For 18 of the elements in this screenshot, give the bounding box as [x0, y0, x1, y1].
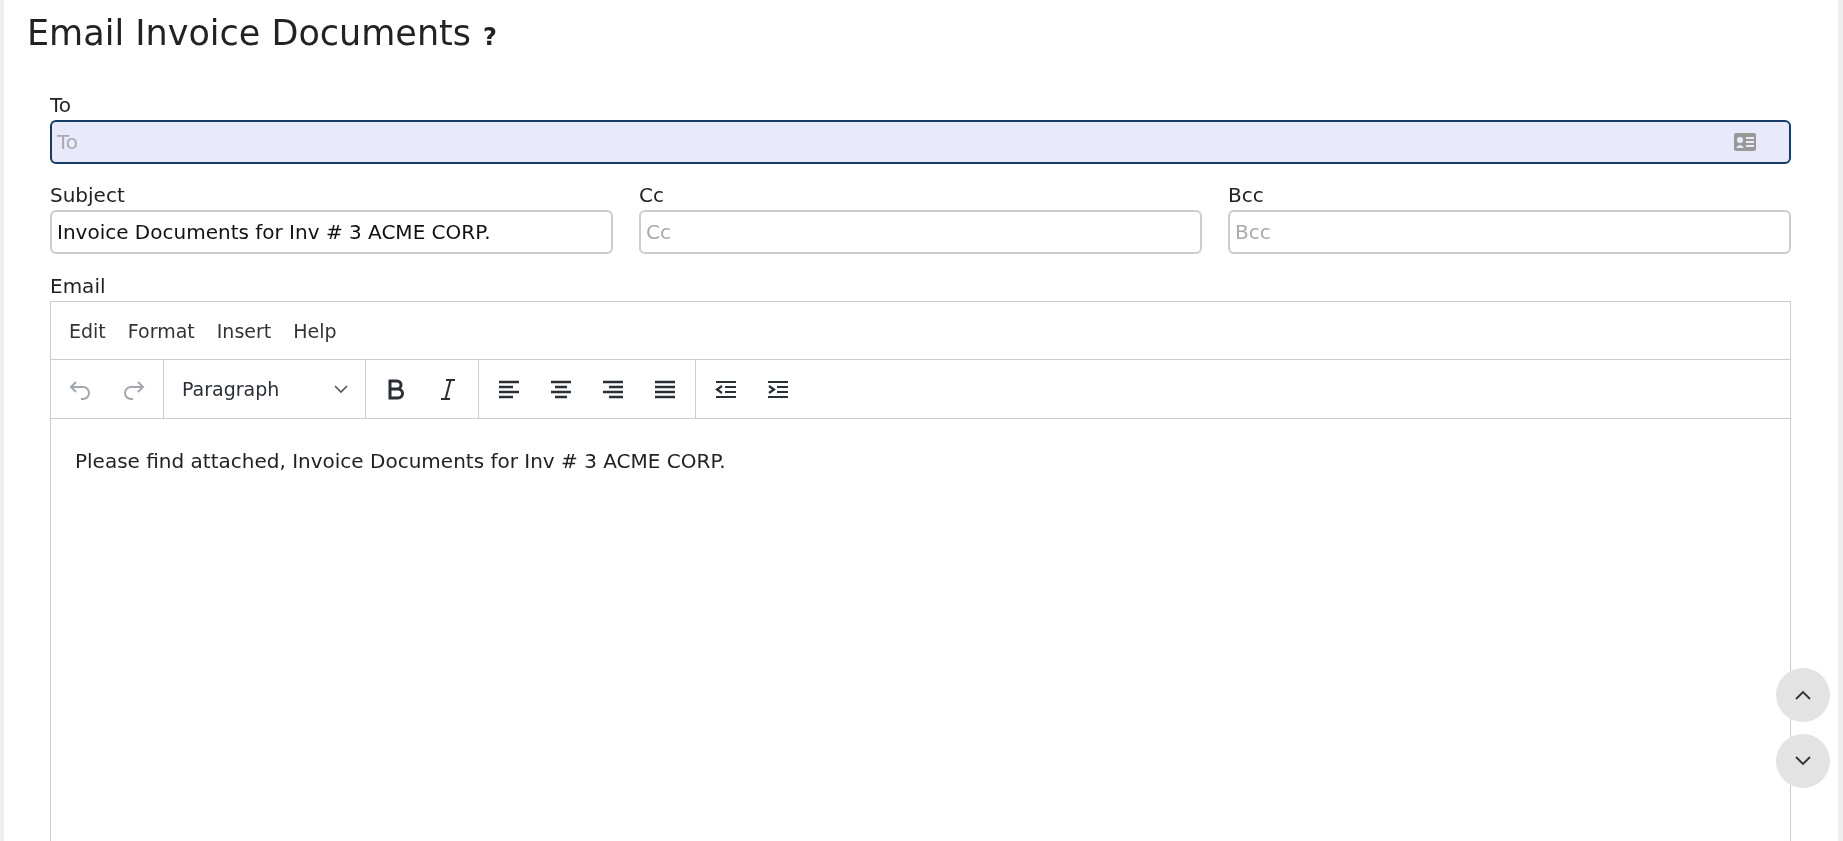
- help-icon[interactable]: ?: [483, 12, 497, 62]
- chevron-down-icon: [333, 384, 349, 394]
- menu-item[interactable]: Help: [283, 315, 347, 346]
- field-label: To: [50, 92, 72, 119]
- field-label: Email: [50, 273, 106, 300]
- menu-item[interactable]: Format: [117, 315, 205, 346]
- email-body-text: Please find attached, Invoice Documents for Inv # 3 ACME CORP.: [75, 449, 727, 473]
- field-label: Bcc: [1228, 182, 1264, 209]
- chevron-up-icon: [1794, 690, 1812, 700]
- input-field[interactable]: Invoice Documents for Inv # 3 ACME CORP.: [50, 210, 613, 254]
- format-dropdown[interactable]: Paragraph: [172, 369, 357, 409]
- menu-item[interactable]: Edit: [59, 315, 116, 346]
- menu-item[interactable]: Insert: [206, 315, 282, 346]
- input-field[interactable]: To: [50, 120, 1791, 164]
- field-label: Subject: [50, 182, 125, 209]
- field-label: Cc: [639, 182, 664, 209]
- page-title: Email Invoice Documents: [27, 12, 472, 55]
- chevron-down-icon: [1794, 756, 1812, 766]
